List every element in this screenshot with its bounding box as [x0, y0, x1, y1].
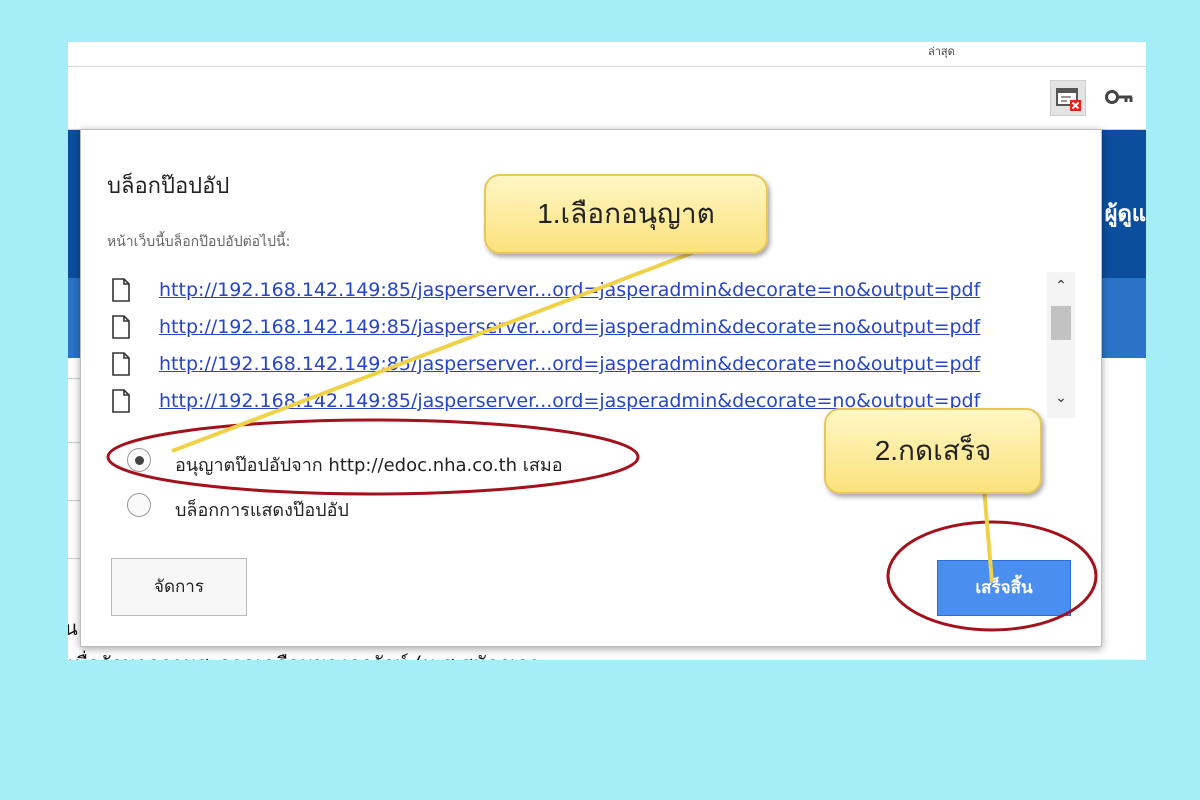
- list-item: http://192.168.142.149:85/jasperserver..…: [105, 383, 1045, 419]
- radio-block-popups[interactable]: บล็อกการแสดงป๊อปอัป: [127, 491, 687, 521]
- browser-top-strip: ล่าสุด: [68, 42, 1146, 67]
- scrollbar-thumb[interactable]: [1051, 306, 1071, 340]
- chevron-down-icon[interactable]: ⌄: [1047, 390, 1075, 410]
- page-text-line: น: [68, 616, 78, 640]
- key-glyph: [1105, 90, 1133, 104]
- url-list-scrollbar[interactable]: ⌃ ⌄: [1047, 272, 1075, 418]
- popup-blocked-icon[interactable]: [1050, 80, 1086, 116]
- radio-button[interactable]: [127, 493, 151, 517]
- popup-blocked-glyph: [1056, 88, 1081, 111]
- document-icon: [112, 315, 130, 339]
- tab-fragment: ล่าสุด: [928, 45, 955, 58]
- blocked-url-link[interactable]: http://192.168.142.149:85/jasperserver..…: [159, 390, 980, 412]
- dialog-title: บล็อกป๊อปอัป: [107, 174, 230, 199]
- radio-dot: [135, 456, 144, 465]
- list-item: http://192.168.142.149:85/jasperserver..…: [105, 346, 1045, 382]
- document-icon: [112, 352, 130, 376]
- manage-button[interactable]: จัดการ: [111, 558, 247, 616]
- document-icon: [112, 389, 130, 413]
- document-icon: [112, 278, 130, 302]
- list-item: http://192.168.142.149:85/jasperserver..…: [105, 272, 1045, 308]
- page-text-line: เพื่อรักษาความสะอาดเคลือบของครูรักษ์ (ม.…: [68, 648, 540, 660]
- done-button[interactable]: เสร็จสิ้น: [937, 560, 1071, 616]
- radio-button-selected[interactable]: [127, 448, 151, 472]
- page-header-text: ผู้ดูแ: [1104, 202, 1146, 227]
- popup-blocked-dialog: บล็อกป๊อปอัป หน้าเว็บนี้บล็อกป๊อปอัปต่อไ…: [80, 129, 1102, 647]
- blocked-url-link[interactable]: http://192.168.142.149:85/jasperserver..…: [159, 353, 980, 375]
- blocked-url-list: http://192.168.142.149:85/jasperserver..…: [105, 272, 1075, 418]
- chevron-up-icon[interactable]: ⌃: [1047, 278, 1075, 298]
- browser-toolbar: [68, 67, 1146, 130]
- radio-label: บล็อกการแสดงป๊อปอัป: [175, 500, 349, 521]
- key-icon[interactable]: [1104, 82, 1134, 112]
- radio-allow-popups[interactable]: อนุญาตป๊อปอัปจาก http://edoc.nha.co.th เ…: [127, 446, 687, 476]
- list-item: http://192.168.142.149:85/jasperserver..…: [105, 309, 1045, 345]
- blocked-url-link[interactable]: http://192.168.142.149:85/jasperserver..…: [159, 316, 980, 338]
- dialog-subtitle: หน้าเว็บนี้บล็อกป๊อปอัปต่อไปนี้:: [107, 234, 291, 250]
- blocked-url-link[interactable]: http://192.168.142.149:85/jasperserver..…: [159, 279, 980, 301]
- radio-label: อนุญาตป๊อปอัปจาก http://edoc.nha.co.th เ…: [175, 455, 563, 476]
